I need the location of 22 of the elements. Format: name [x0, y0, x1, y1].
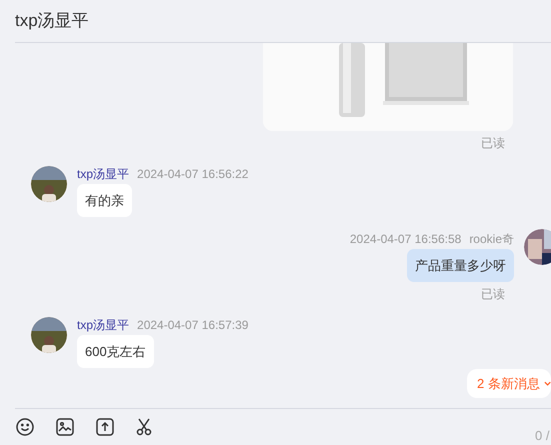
timestamp: 2024-04-07 16:56:58: [350, 231, 462, 247]
avatar[interactable]: [31, 166, 67, 202]
timestamp: 2024-04-07 16:57:39: [137, 317, 248, 333]
new-messages-pill[interactable]: 2 条新消息: [467, 369, 551, 398]
message-bubble: 产品重量多少呀: [407, 249, 514, 282]
sender-name: txp汤显平: [77, 166, 130, 182]
message-bubble: 600克左右: [77, 335, 154, 368]
chevron-down-icon: [544, 380, 551, 386]
scissors-icon[interactable]: [136, 418, 152, 436]
emoji-icon[interactable]: [16, 418, 34, 436]
message-bubble: 有的亲: [77, 184, 132, 217]
avatar[interactable]: [31, 317, 67, 353]
character-counter: 0 /: [535, 427, 550, 445]
sender-name: txp汤显平: [77, 317, 130, 333]
upload-icon[interactable]: [96, 418, 114, 436]
sender-name: rookie奇: [469, 231, 514, 247]
image-icon[interactable]: [56, 418, 74, 436]
read-receipt: 已读: [481, 135, 505, 152]
avatar[interactable]: [524, 229, 551, 265]
chat-title: txp汤显平: [15, 10, 89, 32]
read-receipt: 已读: [481, 286, 505, 303]
timestamp: 2024-04-07 16:56:22: [137, 166, 248, 182]
